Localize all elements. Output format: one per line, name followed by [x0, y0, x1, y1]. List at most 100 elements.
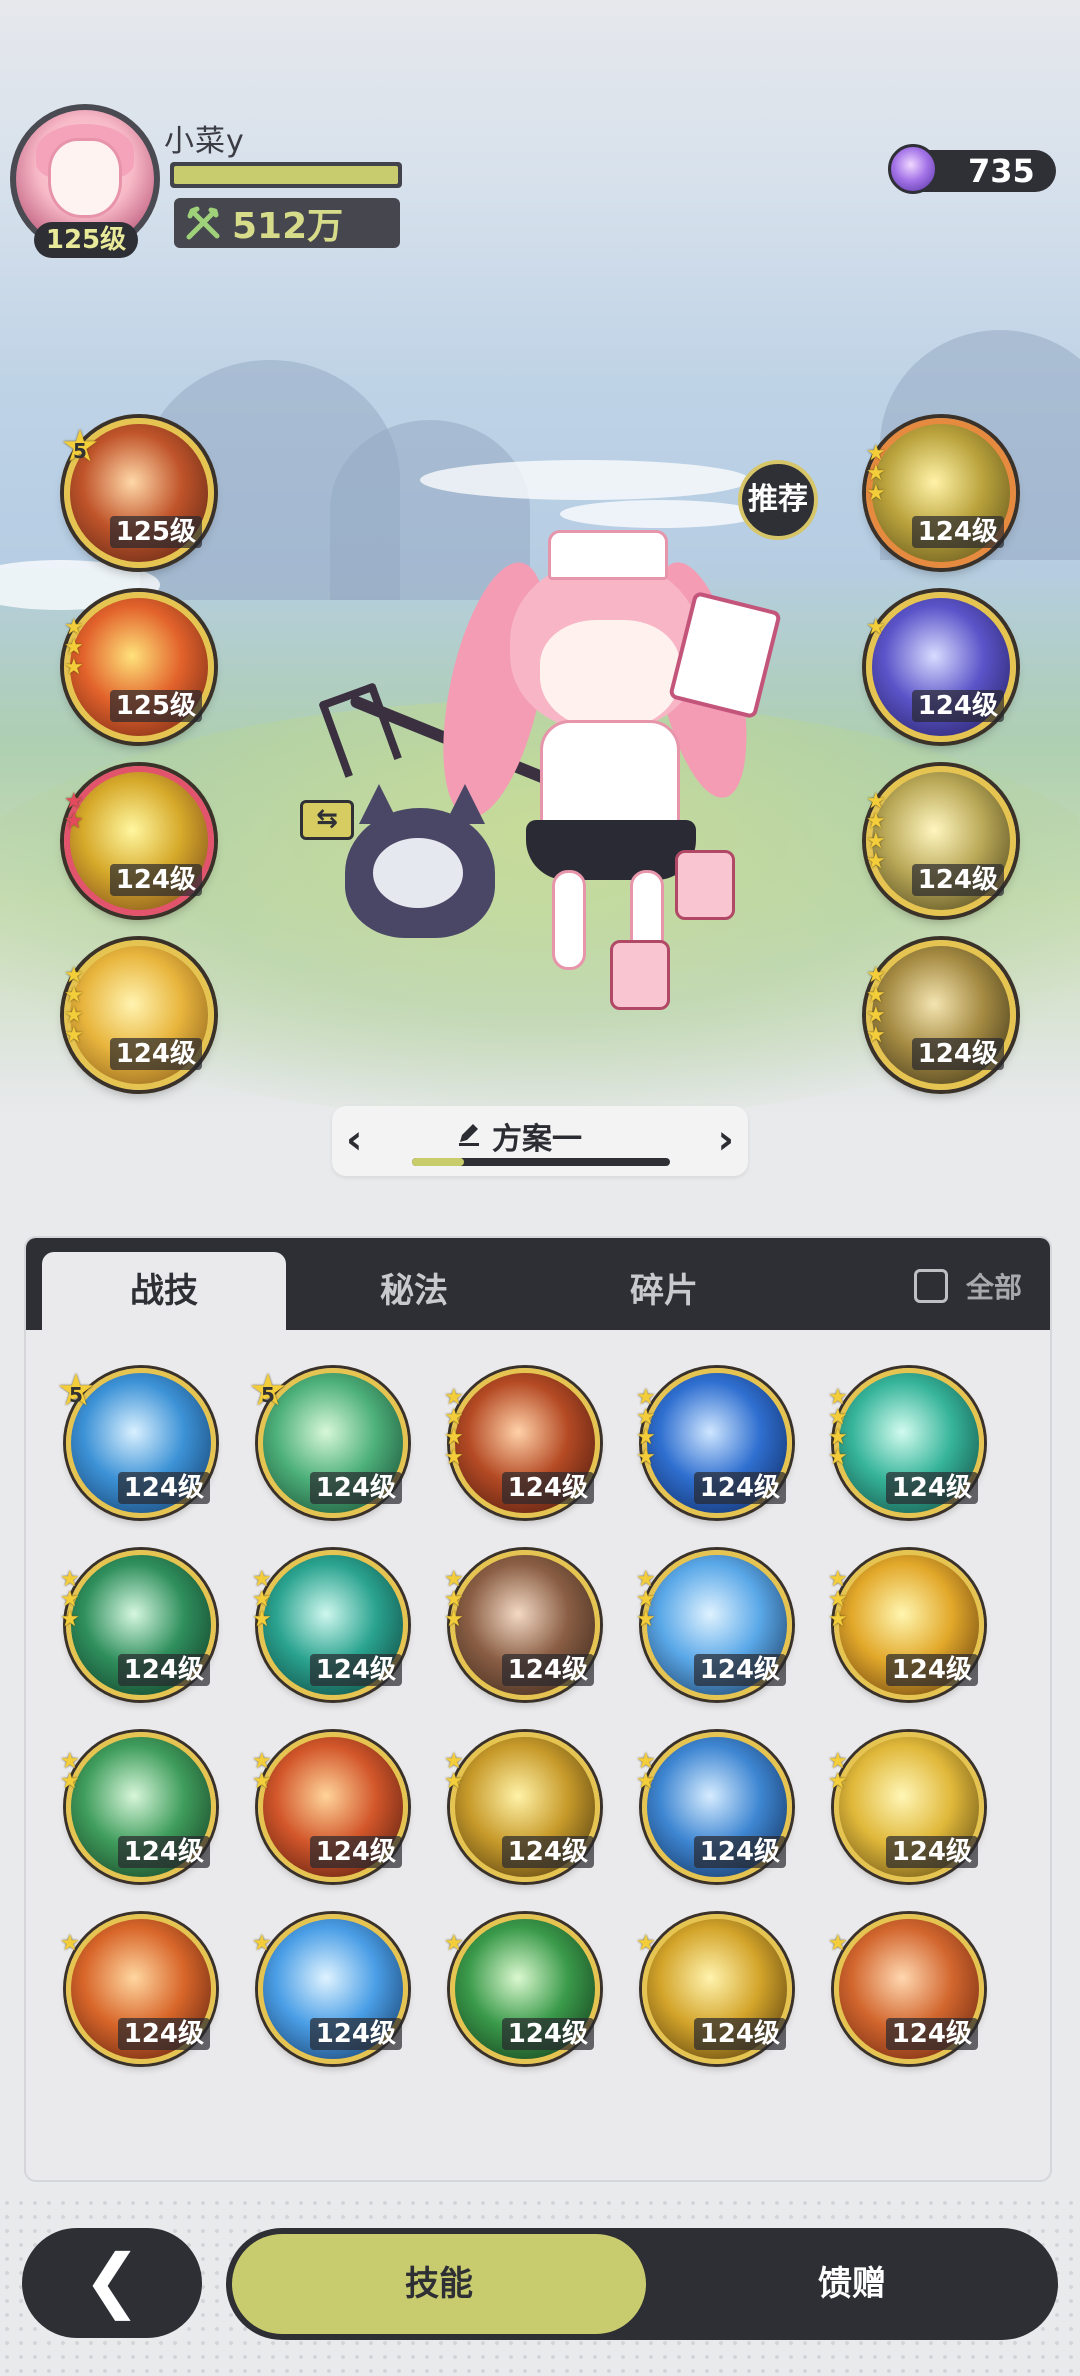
skill-card[interactable]: ★ ★ ★ 124级: [828, 1550, 984, 1700]
equipped-skill-slot[interactable]: ★ ★ ★ ★ 124级: [866, 766, 1016, 916]
skill-level-label: 124级: [117, 1836, 210, 1868]
star-icon: ★: [444, 1769, 464, 1794]
star-rating: ★ ★ ★ ★: [636, 1387, 656, 1469]
skill-level-label: 124级: [309, 1654, 402, 1686]
edit-pencil-icon[interactable]: [456, 1120, 482, 1146]
skill-card[interactable]: ★ ★ ★ 124级: [444, 1550, 600, 1700]
skill-level-label: 124级: [693, 1472, 786, 1504]
tab-combat-skills[interactable]: 战技: [42, 1252, 286, 1330]
check-all-checkbox[interactable]: [913, 1269, 948, 1303]
skill-card[interactable]: ★ ★ ★ 124级: [60, 1550, 216, 1700]
skill-level-label: 124级: [911, 864, 1004, 896]
skill-card[interactable]: ★ 124级: [828, 1914, 984, 2064]
star-rating: ★ ★ ★: [828, 1569, 848, 1632]
star-rating: ★ ★: [252, 1751, 272, 1794]
equipped-skill-slot[interactable]: ★ ★ 124级: [64, 766, 214, 916]
skill-card[interactable]: ★ ★ 124级: [444, 1732, 600, 1882]
swap-pet-button[interactable]: ⇆: [300, 800, 354, 840]
star-icon: ★: [828, 1445, 848, 1470]
skill-level-label: 124级: [109, 864, 202, 896]
panel-tab-bar: 战技 秘法 碎片 全部: [26, 1238, 1050, 1330]
skill-card[interactable]: ★ ★ 124级: [252, 1732, 408, 1882]
star-rank-icon: ★ 5: [248, 1365, 288, 1416]
preset-progress-fill: [412, 1158, 464, 1166]
equipped-skill-slot[interactable]: ★ ★ ★ ★ 124级: [64, 940, 214, 1090]
skill-card[interactable]: ★ 124级: [444, 1914, 600, 2064]
hero-character-sprite: [300, 520, 800, 1040]
back-button[interactable]: ❮: [22, 2228, 202, 2338]
skill-level-label: 124级: [109, 1038, 202, 1070]
star-rating: ★ ★ ★: [64, 617, 84, 679]
skill-level-label: 125级: [109, 690, 202, 722]
star-rating: ★ ★: [828, 1751, 848, 1793]
star-rating: ★ ★ ★: [444, 1569, 464, 1632]
star-icon: ★: [636, 1931, 656, 1956]
nav-skills-tab[interactable]: 技能: [232, 2234, 646, 2334]
star-icon: ★: [64, 809, 84, 834]
skill-card[interactable]: ★ 5 124级: [56, 1368, 216, 1518]
experience-bar-fill: [174, 166, 398, 184]
previous-preset-button[interactable]: ‹: [346, 1118, 362, 1162]
star-icon: ★: [636, 1769, 656, 1794]
skill-level-label: 124级: [885, 2018, 978, 2050]
equipped-skill-slot[interactable]: ★ 124级: [866, 592, 1016, 742]
star-rating: ★ ★ ★ ★: [64, 965, 84, 1047]
equipped-skill-slot[interactable]: ★ ★ ★ 124级: [866, 418, 1016, 568]
skill-card[interactable]: ★ ★ ★ 124级: [636, 1550, 792, 1700]
equipped-skill-slot[interactable]: ★ ★ ★ 125级: [64, 592, 214, 742]
check-all-toggle[interactable]: 全部: [913, 1266, 1022, 1306]
player-avatar[interactable]: 125级: [10, 104, 160, 258]
skill-level-label: 124级: [501, 1472, 594, 1504]
skill-card[interactable]: ★ 5 124级: [248, 1368, 408, 1518]
equipped-skill-slot[interactable]: ★ 5 125级: [60, 418, 214, 568]
star-icon: ★: [828, 1607, 848, 1632]
star-rating: ★ ★ ★ ★: [866, 791, 886, 873]
skill-card[interactable]: ★ 124级: [636, 1914, 792, 2064]
skill-card[interactable]: ★ 124级: [60, 1914, 216, 2064]
next-preset-button[interactable]: ›: [718, 1118, 734, 1162]
tab-secret-arts[interactable]: 秘法: [292, 1252, 536, 1330]
leg: [552, 870, 586, 970]
star-rank-value: 5: [73, 439, 87, 463]
skill-level-label: 124级: [693, 1836, 786, 1868]
tab-fragments[interactable]: 碎片: [542, 1252, 786, 1330]
skill-card[interactable]: ★ ★ ★ ★ 124级: [828, 1368, 984, 1518]
star-rank-icon: ★ 5: [60, 421, 100, 472]
combat-power-box: 512万: [174, 198, 400, 248]
skill-card[interactable]: ★ ★ 124级: [60, 1732, 216, 1882]
blood-bag: [610, 940, 670, 1010]
player-level: 125级: [34, 222, 138, 258]
star-rating: ★: [252, 1933, 272, 1955]
skirt: [526, 820, 696, 880]
preset-selector: ‹ 方案一 ›: [332, 1106, 748, 1176]
equipped-skill-slot[interactable]: ★ ★ ★ ★ 124级: [866, 940, 1016, 1090]
star-icon: ★: [252, 1769, 272, 1794]
experience-bar: [170, 162, 402, 188]
skill-card[interactable]: ★ ★ ★ ★ 124级: [636, 1368, 792, 1518]
blood-bag: [675, 850, 735, 920]
star-rank-value: 5: [69, 1383, 83, 1407]
preset-title[interactable]: 方案一: [492, 1114, 582, 1158]
nav-gifts-tab[interactable]: 馈赠: [646, 2228, 1058, 2340]
skill-level-label: 124级: [693, 2018, 786, 2050]
skill-card[interactable]: ★ ★ ★ 124级: [252, 1550, 408, 1700]
skill-card[interactable]: ★ ★ ★ ★ 124级: [444, 1368, 600, 1518]
star-icon: ★: [60, 1931, 80, 1956]
star-rating: ★: [636, 1931, 656, 1956]
skill-level-label: 124级: [501, 2018, 594, 2050]
star-rating: ★ ★: [60, 1751, 80, 1794]
purple-crystal-icon: [888, 144, 938, 194]
skill-card[interactable]: ★ ★ 124级: [828, 1732, 984, 1882]
skill-card[interactable]: ★ ★ 124级: [636, 1732, 792, 1882]
skill-level-label: 124级: [885, 1654, 978, 1686]
star-icon: ★: [60, 1769, 80, 1794]
star-rating: ★ ★: [636, 1751, 656, 1794]
star-rating: ★ ★ ★: [60, 1569, 80, 1631]
skill-card[interactable]: ★ 124级: [252, 1914, 408, 2064]
star-icon: ★: [636, 1607, 656, 1632]
star-rank-value: 5: [261, 1383, 275, 1407]
skill-level-label: 124级: [117, 2018, 210, 2050]
avatar-face: [48, 138, 122, 218]
currency-display[interactable]: 735: [888, 144, 1056, 194]
star-icon: ★: [444, 1607, 464, 1632]
